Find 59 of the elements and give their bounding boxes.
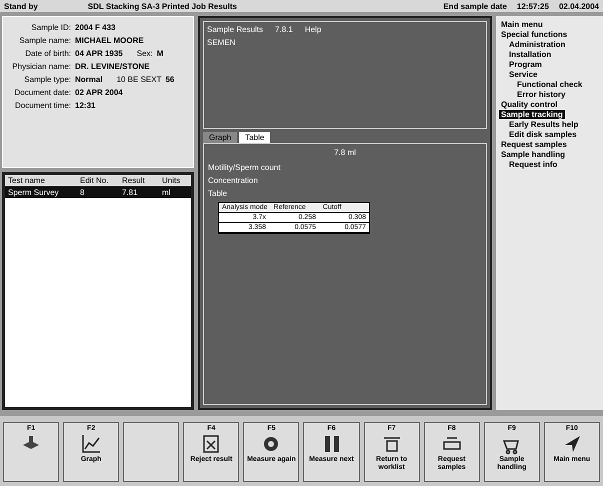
graph-icon: [80, 433, 102, 455]
code-text: 7.8.1: [275, 25, 293, 34]
menu-item[interactable]: Edit disk samples: [507, 130, 579, 139]
table-cell-text: ml: [162, 188, 172, 197]
table-cell-text: Sperm Survey: [8, 188, 60, 197]
field-label: Sample ID:: [30, 23, 71, 32]
menu-item[interactable]: Sample tracking: [499, 110, 565, 119]
field-value: 2004 F 433: [75, 23, 116, 32]
menu-item[interactable]: Functional check: [515, 80, 584, 89]
column-header: Edit No.: [80, 176, 110, 185]
field-value: M: [156, 49, 164, 58]
menu-item[interactable]: Special functions: [499, 30, 570, 39]
window-title: SDL Stacking SA-3 Printed Job Results: [88, 2, 237, 10]
menu-item[interactable]: Request samples: [499, 140, 569, 149]
test-row[interactable]: Sperm Survey 8 7.81 ml: [5, 187, 191, 198]
field-value: MICHAEL MOORE: [75, 36, 144, 45]
field-label: Sample name:: [18, 36, 71, 45]
result-line: Table: [208, 189, 228, 198]
status-text: Stand by: [4, 2, 38, 10]
panel-title: Sample Results: [207, 25, 264, 34]
field-label: Sample type:: [23, 75, 71, 84]
field-value: 04 APR 1935: [75, 49, 123, 58]
field-value: 02 APR 2004: [75, 88, 123, 97]
status-label: End sample date: [443, 2, 507, 10]
sample-kind: SEMEN: [207, 38, 236, 47]
column-header: Result: [122, 176, 146, 185]
menu-item[interactable]: Sample handling: [499, 150, 568, 159]
menu-item[interactable]: Error history: [515, 90, 568, 99]
field-label: Physician name:: [11, 62, 71, 71]
field-label: Document date:: [14, 88, 71, 97]
table-cell-text: 8: [80, 188, 86, 197]
clock-time: 12:57:25: [516, 2, 549, 10]
clock-date: 02.04.2004: [558, 2, 599, 10]
menu-item[interactable]: Administration: [507, 40, 568, 49]
help-link[interactable]: Help: [304, 25, 322, 34]
field-value: Normal: [75, 75, 103, 84]
tab[interactable]: Table: [239, 132, 270, 143]
tab[interactable]: Graph: [203, 132, 238, 143]
field-value: DR. LEVINE/STONE: [75, 62, 150, 71]
menu-item[interactable]: Installation: [507, 50, 554, 59]
result-line: Concentration: [208, 176, 259, 185]
result-line: Motility/Sperm count: [208, 163, 282, 172]
column-header: Units: [162, 176, 182, 185]
field-label: 10 BE SEXT: [116, 75, 162, 84]
menu-item[interactable]: Main menu: [499, 20, 545, 29]
field-label: Document time:: [14, 101, 71, 110]
field-value: 56: [165, 75, 174, 84]
field-value: 12:31: [75, 101, 96, 110]
menu-item[interactable]: Request info: [507, 160, 560, 169]
menu-item[interactable]: Program: [507, 60, 544, 69]
menu-item[interactable]: Quality control: [499, 100, 560, 109]
result-value: 7.8 ml: [333, 148, 357, 157]
field-label: Sex:: [136, 49, 153, 58]
function-key[interactable]: [123, 422, 180, 482]
column-header: Test name: [8, 176, 46, 185]
menu-item[interactable]: Early Results help: [507, 120, 580, 129]
menu-item[interactable]: Service: [507, 70, 540, 79]
field-label: Date of birth:: [24, 49, 71, 58]
table-cell-text: 7.81: [122, 188, 139, 197]
